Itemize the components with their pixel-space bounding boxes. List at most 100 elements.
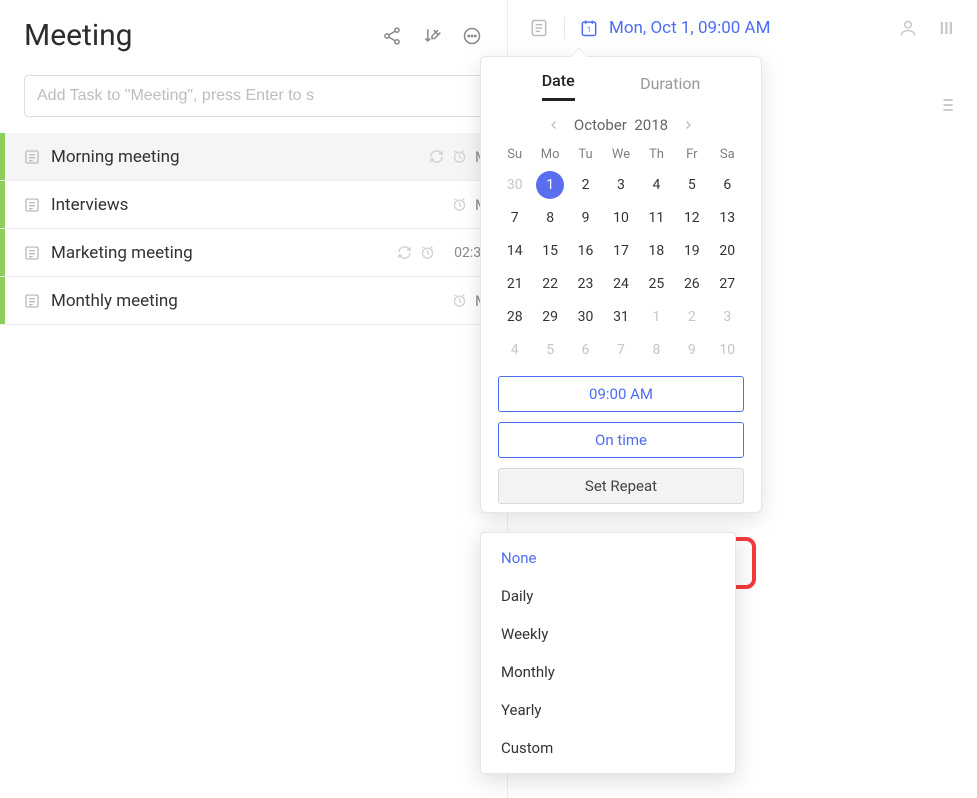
divider bbox=[564, 17, 565, 39]
calendar-day[interactable]: 7 bbox=[497, 201, 532, 234]
calendar-day[interactable]: 5 bbox=[674, 168, 709, 201]
calendar-day[interactable]: 9 bbox=[674, 333, 709, 366]
calendar-day[interactable]: 25 bbox=[639, 267, 674, 300]
list-accent bbox=[0, 277, 5, 324]
calendar-grid: SuMoTuWeThFrSa 3012345678910111213141516… bbox=[497, 141, 745, 366]
calendar-day[interactable]: 27 bbox=[710, 267, 745, 300]
calendar-day[interactable]: 20 bbox=[710, 234, 745, 267]
weekday-label: Su bbox=[497, 141, 532, 168]
calendar-day[interactable]: 29 bbox=[532, 300, 567, 333]
calendar-day[interactable]: 1 bbox=[639, 300, 674, 333]
weekday-label: Fr bbox=[674, 141, 709, 168]
calendar-day[interactable]: 15 bbox=[532, 234, 567, 267]
time-button[interactable]: 09:00 AM bbox=[498, 376, 744, 412]
calendar-day[interactable]: 8 bbox=[532, 201, 567, 234]
calendar-icon: 1 bbox=[579, 18, 599, 38]
list-accent bbox=[0, 229, 5, 276]
repeat-option[interactable]: Custom bbox=[481, 729, 735, 767]
reminder-icon bbox=[452, 149, 467, 164]
calendar-day[interactable]: 7 bbox=[603, 333, 638, 366]
task-title: Marketing meeting bbox=[51, 243, 387, 263]
calendar-day[interactable]: 31 bbox=[603, 300, 638, 333]
calendar-day[interactable]: 8 bbox=[639, 333, 674, 366]
calendar-day[interactable]: 21 bbox=[497, 267, 532, 300]
calendar-day[interactable]: 10 bbox=[603, 201, 638, 234]
calendar-day[interactable]: 23 bbox=[568, 267, 603, 300]
repeat-option[interactable]: Monthly bbox=[481, 653, 735, 691]
task-title: Monthly meeting bbox=[51, 291, 442, 311]
calendar-day[interactable]: 28 bbox=[497, 300, 532, 333]
page-title: Meeting bbox=[24, 18, 381, 53]
calendar-day[interactable]: 5 bbox=[532, 333, 567, 366]
calendar-day[interactable]: 11 bbox=[639, 201, 674, 234]
reminder-icon bbox=[420, 245, 435, 260]
next-month-button[interactable] bbox=[678, 115, 698, 135]
calendar-day[interactable]: 14 bbox=[497, 234, 532, 267]
assignee-icon[interactable] bbox=[897, 17, 919, 39]
calendar-day[interactable]: 16 bbox=[568, 234, 603, 267]
repeat-menu: NoneDailyWeeklyMonthlyYearlyCustom bbox=[480, 532, 736, 774]
calendar-day[interactable]: 30 bbox=[568, 300, 603, 333]
date-picker-trigger[interactable]: 1 Mon, Oct 1, 09:00 AM bbox=[579, 18, 770, 38]
task-type-icon bbox=[23, 244, 41, 262]
weekday-label: We bbox=[603, 141, 638, 168]
calendar-day[interactable]: 12 bbox=[674, 201, 709, 234]
task-row[interactable]: Morning meeting M bbox=[0, 133, 507, 181]
calendar-day[interactable]: 4 bbox=[639, 168, 674, 201]
calendar-day[interactable]: 3 bbox=[603, 168, 638, 201]
list-accent bbox=[0, 181, 5, 228]
reminder-icon bbox=[452, 197, 467, 212]
calendar-day[interactable]: 6 bbox=[710, 168, 745, 201]
calendar-day[interactable]: 13 bbox=[710, 201, 745, 234]
sort-edit-icon[interactable] bbox=[421, 25, 443, 47]
repeat-option[interactable]: None bbox=[481, 539, 735, 577]
calendar-day[interactable]: 24 bbox=[603, 267, 638, 300]
calendar-day[interactable]: 4 bbox=[497, 333, 532, 366]
calendar-day[interactable]: 2 bbox=[568, 168, 603, 201]
weekday-label: Tu bbox=[568, 141, 603, 168]
tab-date[interactable]: Date bbox=[542, 71, 575, 101]
more-menu-icon[interactable] bbox=[461, 25, 483, 47]
repeat-icon bbox=[397, 245, 412, 260]
task-type-icon bbox=[23, 292, 41, 310]
calendar-day[interactable]: 22 bbox=[532, 267, 567, 300]
task-type-icon bbox=[23, 196, 41, 214]
repeat-option[interactable]: Yearly bbox=[481, 691, 735, 729]
task-row[interactable]: Marketing meeting 02:37 bbox=[0, 229, 507, 277]
priority-icon[interactable] bbox=[935, 17, 957, 39]
tab-duration[interactable]: Duration bbox=[640, 74, 700, 101]
prev-month-button[interactable] bbox=[544, 115, 564, 135]
calendar-day[interactable]: 1 bbox=[532, 168, 567, 201]
note-icon[interactable] bbox=[528, 17, 550, 39]
list-accent bbox=[0, 133, 5, 180]
task-title: Morning meeting bbox=[51, 147, 419, 167]
calendar-day[interactable]: 17 bbox=[603, 234, 638, 267]
reminder-icon bbox=[452, 293, 467, 308]
outline-toggle-icon[interactable] bbox=[935, 94, 957, 116]
repeat-option[interactable]: Daily bbox=[481, 577, 735, 615]
calendar-day[interactable]: 2 bbox=[674, 300, 709, 333]
weekday-label: Sa bbox=[710, 141, 745, 168]
share-icon[interactable] bbox=[381, 25, 403, 47]
reminder-button[interactable]: On time bbox=[498, 422, 744, 458]
repeat-icon bbox=[429, 149, 444, 164]
set-repeat-button[interactable]: Set Repeat bbox=[498, 468, 744, 504]
calendar-day[interactable]: 19 bbox=[674, 234, 709, 267]
repeat-option[interactable]: Weekly bbox=[481, 615, 735, 653]
weekday-label: Mo bbox=[532, 141, 567, 168]
calendar-day[interactable]: 30 bbox=[497, 168, 532, 201]
calendar-day[interactable]: 10 bbox=[710, 333, 745, 366]
calendar-day[interactable]: 6 bbox=[568, 333, 603, 366]
task-row[interactable]: Interviews M bbox=[0, 181, 507, 229]
date-popover: Date Duration October 2018 SuMoTuWeThFrS… bbox=[480, 56, 762, 513]
add-task-input[interactable] bbox=[24, 75, 483, 117]
svg-text:1: 1 bbox=[587, 25, 591, 34]
calendar-day[interactable]: 9 bbox=[568, 201, 603, 234]
task-type-icon bbox=[23, 148, 41, 166]
calendar-day[interactable]: 3 bbox=[710, 300, 745, 333]
calendar-day[interactable]: 26 bbox=[674, 267, 709, 300]
calendar-month-label: October 2018 bbox=[574, 116, 668, 134]
weekday-label: Th bbox=[639, 141, 674, 168]
calendar-day[interactable]: 18 bbox=[639, 234, 674, 267]
task-row[interactable]: Monthly meeting M bbox=[0, 277, 507, 325]
